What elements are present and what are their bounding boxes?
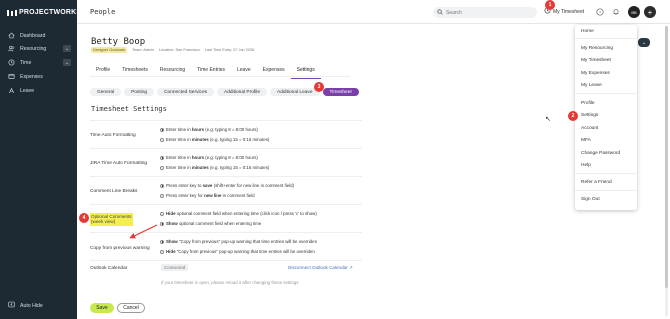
menu-item-account[interactable]: Account [581,126,598,131]
mouse-cursor-icon: ↖ [545,116,551,123]
search-icon [437,8,443,17]
menu-item-my-leave[interactable]: My Leave [581,83,602,88]
step-badge: 1 [545,0,555,10]
logo-mark-icon [7,9,17,16]
receipt-icon [8,73,15,80]
auto-hide-toggle[interactable]: Auto Hide [8,301,43,310]
help-icon[interactable]: ? [595,7,605,17]
chevron-down-icon[interactable]: ⌄ [63,45,71,52]
scrollbar-thumb[interactable] [665,26,668,288]
page-title: People [90,8,116,16]
menu-item-change-password[interactable]: Change Password [581,151,620,156]
step-badge: 2 [568,111,578,121]
users-icon [8,45,15,52]
user-menu: Home My Resourcing My Timesheet My Expen… [575,25,637,210]
sidebar-item-label: Dashboard [20,32,46,39]
sidebar-item-label: Expenses [20,73,43,80]
sidebar-item-dashboard[interactable]: Dashboard [0,29,77,42]
sidebar-item-label: Time [20,59,32,66]
sidebar-item-resourcing[interactable]: Resourcing ⌄ [0,42,77,55]
notifications-icon[interactable] [611,7,621,17]
menu-item-settings[interactable]: Settings [581,113,598,118]
menu-item-my-resourcing[interactable]: My Resourcing [581,46,613,51]
menu-item-my-timesheet[interactable]: My Timesheet [581,58,611,63]
sidebar-item-expenses[interactable]: Expenses [0,70,77,83]
avatar[interactable]: BB [628,6,640,18]
menu-item-refer-a-friend[interactable]: Refer a Friend [581,180,612,185]
menu-divider [575,38,637,39]
sidebar: PROJECTWORKS Dashboard Resourcing ⌄ Time… [0,0,81,319]
chevron-down-icon[interactable]: ⌄ [638,38,650,47]
top-bar: People Search My Timesheet ? BB + [77,0,670,24]
my-timesheet-label: My Timesheet [553,8,585,15]
add-button[interactable]: + [644,6,656,18]
clock-icon [8,59,15,66]
svg-text:?: ? [599,10,602,15]
search-placeholder: Search [446,9,462,16]
sidebar-item-label: Leave [20,87,35,94]
menu-item-sign-out[interactable]: Sign Out [581,197,600,202]
menu-divider [575,93,637,94]
auto-hide-label: Auto Hide [20,302,43,309]
search-input[interactable]: Search [433,7,537,18]
leave-icon [8,87,15,94]
scrollbar[interactable] [665,26,668,316]
menu-divider [575,190,637,191]
logo-text: PROJECTWORKS [19,9,82,16]
collapse-icon [8,301,15,310]
menu-item-profile[interactable]: Profile [581,101,595,106]
sidebar-item-time[interactable]: Time ⌄ [0,56,77,69]
menu-item-help[interactable]: Help [581,163,591,168]
sidebar-item-leave[interactable]: Leave [0,84,77,97]
home-icon [8,32,15,39]
sidebar-item-label: Resourcing [20,45,47,52]
projectworks-logo[interactable]: PROJECTWORKS [7,9,81,16]
menu-divider [575,173,637,174]
menu-item-mfa[interactable]: MFA [581,138,591,143]
menu-item-home[interactable]: Home [581,29,594,34]
chevron-down-icon[interactable]: ⌄ [63,59,71,66]
menu-item-my-expenses[interactable]: My Expenses [581,71,610,76]
